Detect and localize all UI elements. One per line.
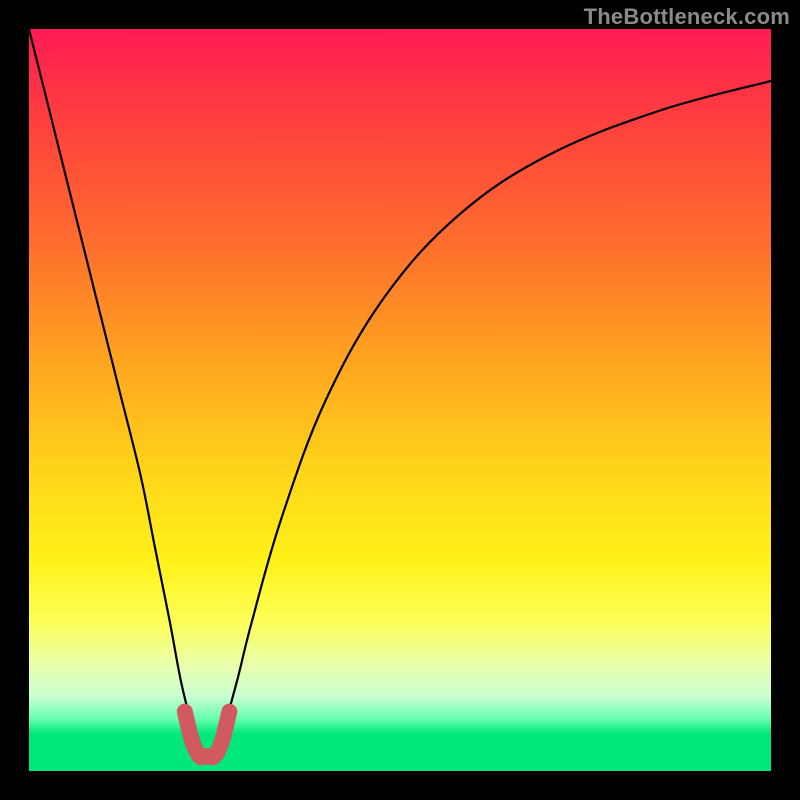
bottleneck-marker <box>185 712 230 758</box>
bottleneck-chart <box>29 29 771 771</box>
watermark-text: TheBottleneck.com <box>584 4 790 30</box>
bottleneck-curve <box>29 29 771 756</box>
